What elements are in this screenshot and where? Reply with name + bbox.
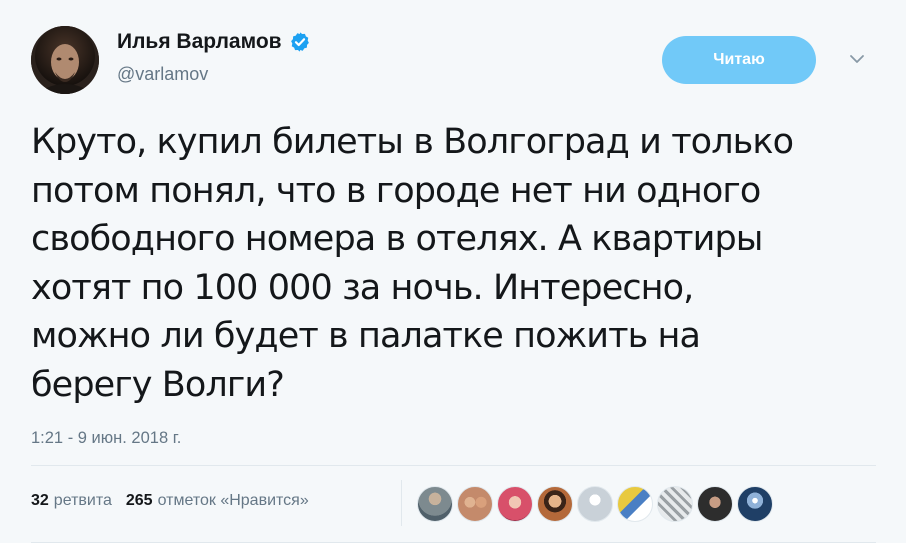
liker-avatar-4[interactable] [537,486,573,522]
liker-avatar-6[interactable] [617,486,653,522]
retweets-label: ретвита [53,492,112,509]
tweet-text: Круто, купил билеты в Волгоград и только… [31,122,794,405]
liker-avatar-7[interactable] [657,486,693,522]
liker-avatar-5[interactable] [577,486,613,522]
chevron-down-icon[interactable] [846,48,868,70]
retweets-stat[interactable]: 32 ретвита [31,492,112,510]
author-name-row[interactable]: Илья Варламов [117,28,311,56]
liker-avatar-8[interactable] [697,486,733,522]
liker-avatar-3[interactable] [497,486,533,522]
avatar-portrait-icon [31,26,99,94]
liker-avatars [417,486,777,522]
stats-separator [401,480,402,526]
liker-avatar-2[interactable] [457,486,493,522]
likes-count: 265 [125,492,153,509]
likes-stat[interactable]: 265 отметок «Нравится» [126,492,309,510]
author-avatar[interactable] [31,26,99,94]
tweet-stats: 32 ретвита 265 отметок «Нравится» [31,492,323,510]
divider [31,465,876,466]
follow-button[interactable]: Читаю [662,36,816,84]
retweets-count: 32 [31,492,49,509]
liker-avatar-1[interactable] [417,486,453,522]
verified-badge-icon [290,32,309,52]
liker-avatar-9[interactable] [737,486,773,522]
tweet-card: Илья Варламов @varlamov Читаю Круто, куп… [0,0,906,543]
author-display-name[interactable]: Илья Варламов [117,30,282,54]
tweet-timestamp[interactable]: 1:21 - 9 июн. 2018 г. [31,429,181,448]
likes-label: отметок «Нравится» [157,492,309,509]
author-handle[interactable]: @varlamov [117,64,208,85]
